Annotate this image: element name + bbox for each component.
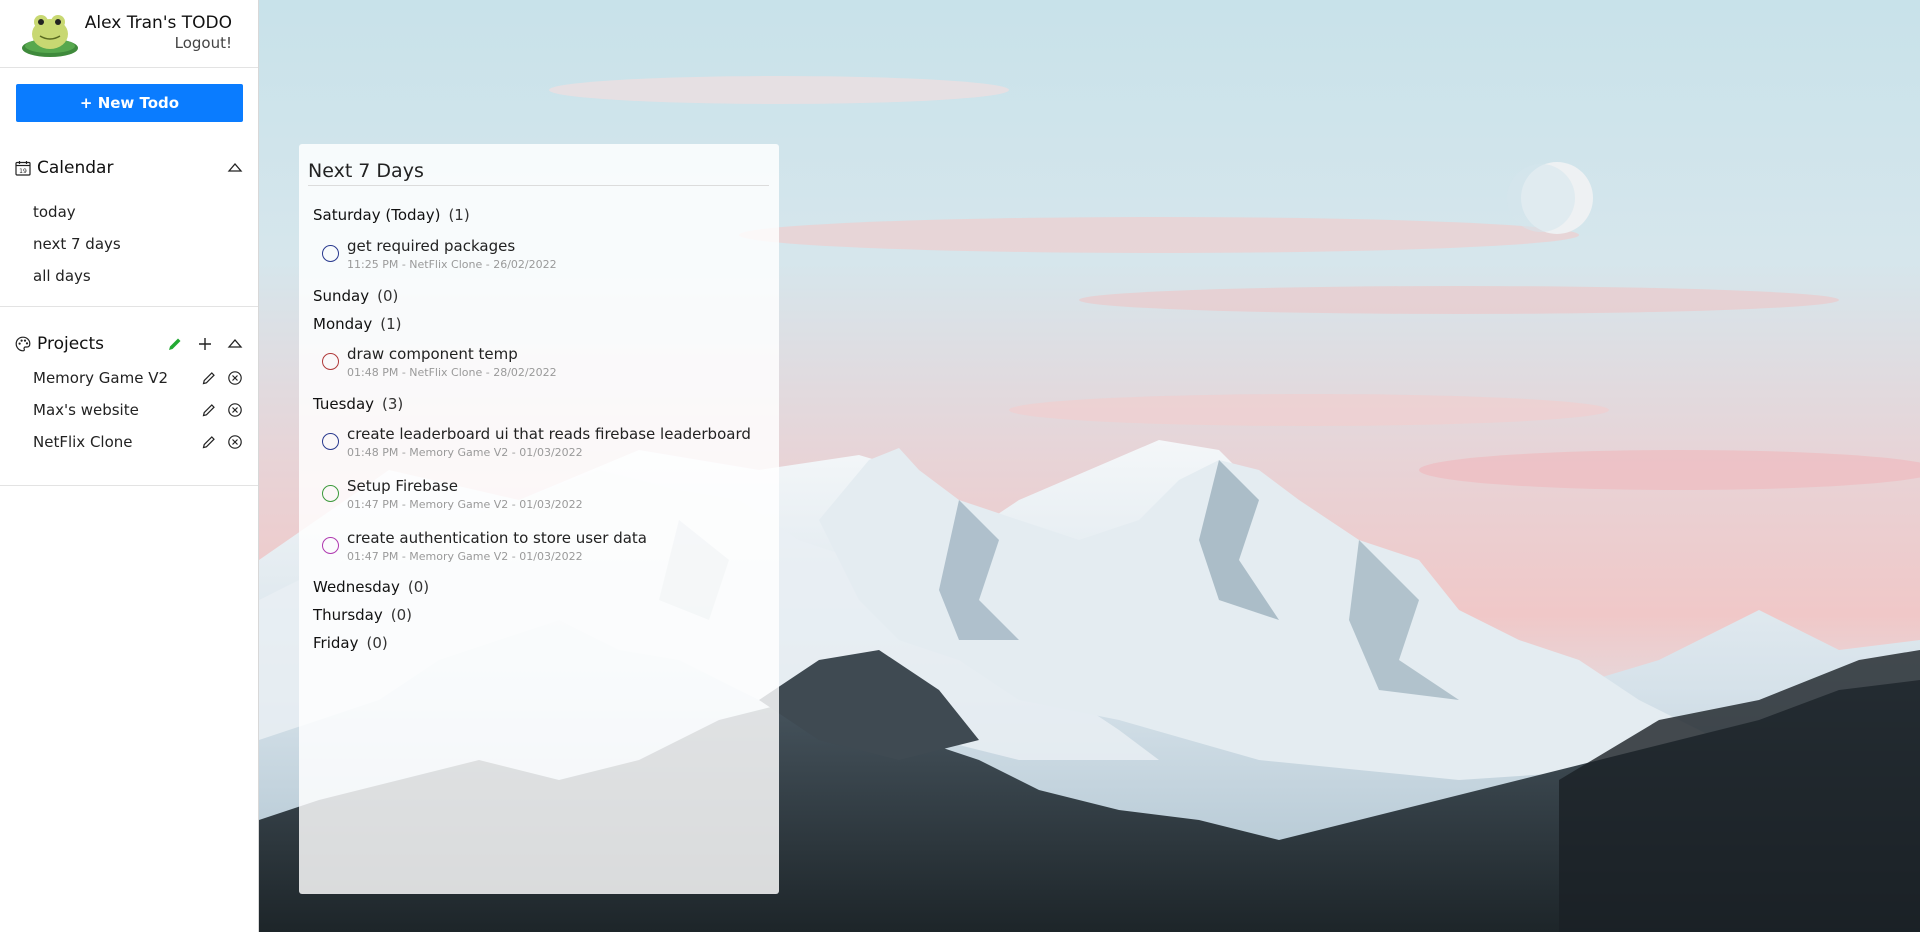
day-label: Tuesday (313, 395, 375, 413)
edit-pencil-icon[interactable] (201, 402, 217, 418)
next-7-days-panel: Next 7 Days Saturday (Today) (1) get requ… (299, 144, 779, 894)
todo-item: Setup Firebase 01:47 PM - Memory Game V2… (322, 477, 762, 517)
todo-item: create authentication to store user data… (322, 529, 762, 569)
user-header: Alex Tran's TODO Logout! (0, 0, 258, 68)
todo-meta: 11:25 PM - NetFlix Clone - 26/02/2022 (347, 258, 557, 271)
todo-text[interactable]: get required packages (347, 237, 515, 255)
project-name[interactable]: Memory Game V2 (33, 369, 201, 387)
day-heading-friday: Friday (0) (313, 634, 388, 652)
todo-complete-toggle[interactable] (322, 433, 339, 450)
todo-complete-toggle[interactable] (322, 485, 339, 502)
todo-complete-toggle[interactable] (322, 353, 339, 370)
project-item: Memory Game V2 (33, 362, 243, 394)
edit-projects-pencil-icon[interactable] (167, 336, 183, 352)
todo-text[interactable]: create leaderboard ui that reads firebas… (347, 425, 751, 443)
frog-avatar (20, 12, 82, 58)
sidebar-divider (0, 485, 258, 486)
day-heading-tuesday: Tuesday (3) (313, 395, 403, 413)
day-count: (3) (382, 395, 404, 413)
day-count: (1) (380, 315, 402, 333)
sidebar: Alex Tran's TODO Logout! + New Todo 19 C… (0, 0, 259, 932)
day-heading-sunday: Sunday (0) (313, 287, 398, 305)
todo-text[interactable]: Setup Firebase (347, 477, 458, 495)
delete-circle-x-icon[interactable] (227, 370, 243, 386)
day-count: (1) (448, 206, 470, 224)
todo-meta: 01:47 PM - Memory Game V2 - 01/03/2022 (347, 498, 583, 511)
calendar-header[interactable]: 19 Calendar (15, 156, 243, 180)
day-label: Sunday (313, 287, 370, 305)
project-name[interactable]: Max's website (33, 401, 201, 419)
todo-meta: 01:48 PM - NetFlix Clone - 28/02/2022 (347, 366, 557, 379)
logout-link[interactable]: Logout! (175, 34, 232, 52)
collapse-up-icon[interactable] (227, 336, 243, 352)
todo-item: get required packages 11:25 PM - NetFlix… (322, 237, 762, 277)
day-label: Thursday (313, 606, 383, 624)
edit-pencil-icon[interactable] (201, 434, 217, 450)
todo-app: Alex Tran's TODO Logout! + New Todo 19 C… (0, 0, 1920, 932)
project-item: NetFlix Clone (33, 426, 243, 458)
day-heading-saturday: Saturday (Today) (1) (313, 206, 470, 224)
day-heading-monday: Monday (1) (313, 315, 401, 333)
projects-header: Projects (15, 332, 243, 356)
calendar-item-today[interactable]: today (33, 196, 121, 228)
todo-text[interactable]: draw component temp (347, 345, 518, 363)
day-count: (0) (390, 606, 412, 624)
todo-complete-toggle[interactable] (322, 537, 339, 554)
calendar-item-next-7-days[interactable]: next 7 days (33, 228, 121, 260)
delete-circle-x-icon[interactable] (227, 402, 243, 418)
day-count: (0) (407, 578, 430, 596)
project-name[interactable]: NetFlix Clone (33, 433, 201, 451)
todo-meta: 01:47 PM - Memory Game V2 - 01/03/2022 (347, 550, 583, 563)
palette-icon (15, 336, 31, 352)
day-label: Monday (313, 315, 373, 333)
panel-title: Next 7 Days (308, 160, 424, 182)
new-todo-button[interactable]: + New Todo (16, 84, 243, 122)
project-item: Max's website (33, 394, 243, 426)
user-title: Alex Tran's TODO (84, 13, 232, 33)
add-project-plus-icon[interactable] (197, 336, 213, 352)
day-label: Saturday (Today) (313, 206, 441, 224)
todo-item: draw component temp 01:48 PM - NetFlix C… (322, 345, 762, 385)
calendar-item-all-days[interactable]: all days (33, 260, 121, 292)
day-count: (0) (377, 287, 399, 305)
calendar-icon: 19 (15, 160, 31, 176)
todo-complete-toggle[interactable] (322, 245, 339, 262)
day-label: Friday (313, 634, 359, 652)
todo-meta: 01:48 PM - Memory Game V2 - 01/03/2022 (347, 446, 583, 459)
sidebar-divider (0, 306, 258, 307)
panel-divider (308, 185, 769, 186)
day-label: Wednesday (313, 578, 400, 596)
project-list: Memory Game V2 Max's website NetFlix Clo… (33, 362, 243, 458)
day-count: (0) (366, 634, 388, 652)
svg-text:19: 19 (19, 168, 27, 175)
day-heading-thursday: Thursday (0) (313, 606, 412, 624)
todo-text[interactable]: create authentication to store user data (347, 529, 647, 547)
collapse-up-icon[interactable] (227, 160, 243, 176)
calendar-title: Calendar (37, 158, 114, 178)
edit-pencil-icon[interactable] (201, 370, 217, 386)
calendar-list: today next 7 days all days (33, 196, 121, 292)
day-heading-wednesday: Wednesday (0) (313, 578, 429, 596)
projects-title: Projects (37, 334, 105, 354)
todo-item: create leaderboard ui that reads firebas… (322, 425, 762, 465)
delete-circle-x-icon[interactable] (227, 434, 243, 450)
